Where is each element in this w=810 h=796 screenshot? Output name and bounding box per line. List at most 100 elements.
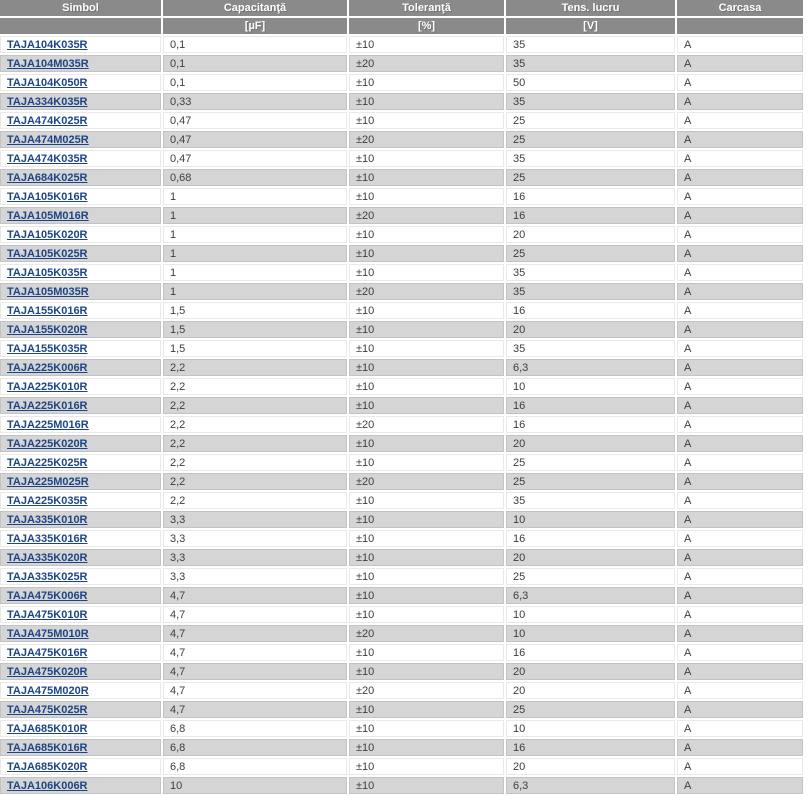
symbol-link[interactable]: TAJA225M025R bbox=[7, 476, 89, 488]
cell-case: A bbox=[677, 473, 803, 490]
symbol-link[interactable]: TAJA335K025R bbox=[7, 571, 88, 583]
symbol-link[interactable]: TAJA474M025R bbox=[7, 134, 89, 146]
cell-tolerance: ±10 bbox=[349, 587, 504, 604]
cell-voltage: 25 bbox=[506, 473, 675, 490]
symbol-link[interactable]: TAJA155K016R bbox=[7, 305, 88, 317]
symbol-link[interactable]: TAJA225K016R bbox=[7, 400, 88, 412]
symbol-link[interactable]: TAJA335K016R bbox=[7, 533, 88, 545]
table-row: TAJA104K050R 0,1 ±10 50 A bbox=[0, 74, 803, 91]
symbol-link[interactable]: TAJA334K035R bbox=[7, 96, 88, 108]
cell-tolerance: ±10 bbox=[349, 74, 504, 91]
symbol-link[interactable]: TAJA475K020R bbox=[7, 666, 88, 678]
symbol-link[interactable]: TAJA105K016R bbox=[7, 191, 88, 203]
symbol-link[interactable]: TAJA105M016R bbox=[7, 210, 89, 222]
cell-tolerance: ±10 bbox=[349, 549, 504, 566]
cell-voltage: 10 bbox=[506, 625, 675, 642]
column-header-capacitanta: Capacitanţă bbox=[163, 0, 347, 16]
cell-case: A bbox=[677, 112, 803, 129]
cell-tolerance: ±20 bbox=[349, 55, 504, 72]
table-row: TAJA684K025R 0,68 ±10 25 A bbox=[0, 169, 803, 186]
symbol-link[interactable]: TAJA475K010R bbox=[7, 609, 88, 621]
cell-capacitance: 1 bbox=[163, 188, 347, 205]
symbol-link[interactable]: TAJA155K020R bbox=[7, 324, 88, 336]
table-row: TAJA475K025R 4,7 ±10 25 A bbox=[0, 701, 803, 718]
cell-symbol: TAJA225K025R bbox=[0, 454, 161, 471]
cell-voltage: 10 bbox=[506, 720, 675, 737]
symbol-link[interactable]: TAJA104K050R bbox=[7, 77, 88, 89]
symbol-link[interactable]: TAJA475K006R bbox=[7, 590, 88, 602]
symbol-link[interactable]: TAJA475K016R bbox=[7, 647, 88, 659]
symbol-link[interactable]: TAJA225K025R bbox=[7, 457, 88, 469]
symbol-link[interactable]: TAJA105K035R bbox=[7, 267, 88, 279]
symbol-link[interactable]: TAJA225K010R bbox=[7, 381, 88, 393]
cell-tolerance: ±10 bbox=[349, 150, 504, 167]
symbol-link[interactable]: TAJA104M035R bbox=[7, 58, 89, 70]
capacitor-parts-table: Simbol Capacitanţă Toleranţă Tens. lucru… bbox=[0, 0, 805, 796]
symbol-link[interactable]: TAJA105M035R bbox=[7, 286, 89, 298]
cell-capacitance: 6,8 bbox=[163, 758, 347, 775]
cell-case: A bbox=[677, 264, 803, 281]
symbol-link[interactable]: TAJA225K020R bbox=[7, 438, 88, 450]
cell-voltage: 16 bbox=[506, 302, 675, 319]
cell-tolerance: ±10 bbox=[349, 606, 504, 623]
symbol-link[interactable]: TAJA105K025R bbox=[7, 248, 88, 260]
symbol-link[interactable]: TAJA104K035R bbox=[7, 39, 88, 51]
symbol-link[interactable]: TAJA335K010R bbox=[7, 514, 88, 526]
symbol-link[interactable]: TAJA475M020R bbox=[7, 685, 89, 697]
cell-case: A bbox=[677, 397, 803, 414]
cell-symbol: TAJA105K025R bbox=[0, 245, 161, 262]
symbol-link[interactable]: TAJA685K016R bbox=[7, 742, 88, 754]
symbol-link[interactable]: TAJA474K025R bbox=[7, 115, 88, 127]
cell-capacitance: 4,7 bbox=[163, 644, 347, 661]
cell-capacitance: 1 bbox=[163, 245, 347, 262]
cell-voltage: 16 bbox=[506, 397, 675, 414]
symbol-link[interactable]: TAJA105K020R bbox=[7, 229, 88, 241]
table-row: TAJA475K016R 4,7 ±10 16 A bbox=[0, 644, 803, 661]
cell-tolerance: ±10 bbox=[349, 511, 504, 528]
symbol-link[interactable]: TAJA684K025R bbox=[7, 172, 88, 184]
column-unit-simbol bbox=[0, 18, 161, 34]
table-row: TAJA155K016R 1,5 ±10 16 A bbox=[0, 302, 803, 319]
table-row: TAJA474M025R 0,47 ±20 25 A bbox=[0, 131, 803, 148]
symbol-link[interactable]: TAJA225K035R bbox=[7, 495, 88, 507]
cell-voltage: 16 bbox=[506, 416, 675, 433]
symbol-link[interactable]: TAJA225M016R bbox=[7, 419, 89, 431]
cell-voltage: 16 bbox=[506, 530, 675, 547]
cell-symbol: TAJA105M035R bbox=[0, 283, 161, 300]
symbol-link[interactable]: TAJA106K006R bbox=[7, 780, 88, 792]
symbol-link[interactable]: TAJA335K020R bbox=[7, 552, 88, 564]
cell-capacitance: 2,2 bbox=[163, 397, 347, 414]
cell-tolerance: ±10 bbox=[349, 321, 504, 338]
cell-voltage: 6,3 bbox=[506, 587, 675, 604]
cell-capacitance: 4,7 bbox=[163, 606, 347, 623]
cell-tolerance: ±10 bbox=[349, 93, 504, 110]
cell-case: A bbox=[677, 435, 803, 452]
cell-case: A bbox=[677, 340, 803, 357]
table-row: TAJA105M035R 1 ±20 35 A bbox=[0, 283, 803, 300]
cell-tolerance: ±10 bbox=[349, 112, 504, 129]
symbol-link[interactable]: TAJA474K035R bbox=[7, 153, 88, 165]
cell-capacitance: 0,47 bbox=[163, 112, 347, 129]
table-row: TAJA475M010R 4,7 ±20 10 A bbox=[0, 625, 803, 642]
cell-voltage: 35 bbox=[506, 283, 675, 300]
symbol-link[interactable]: TAJA685K010R bbox=[7, 723, 88, 735]
cell-symbol: TAJA684K025R bbox=[0, 169, 161, 186]
symbol-link[interactable]: TAJA685K020R bbox=[7, 761, 88, 773]
cell-case: A bbox=[677, 511, 803, 528]
cell-symbol: TAJA335K025R bbox=[0, 568, 161, 585]
cell-symbol: TAJA685K020R bbox=[0, 758, 161, 775]
cell-symbol: TAJA474M025R bbox=[0, 131, 161, 148]
cell-symbol: TAJA475M010R bbox=[0, 625, 161, 642]
symbol-link[interactable]: TAJA475K025R bbox=[7, 704, 88, 716]
table-row: TAJA334K035R 0,33 ±10 35 A bbox=[0, 93, 803, 110]
cell-symbol: TAJA335K016R bbox=[0, 530, 161, 547]
symbol-link[interactable]: TAJA155K035R bbox=[7, 343, 88, 355]
cell-capacitance: 0,47 bbox=[163, 131, 347, 148]
cell-tolerance: ±10 bbox=[349, 169, 504, 186]
cell-voltage: 50 bbox=[506, 74, 675, 91]
symbol-link[interactable]: TAJA475M010R bbox=[7, 628, 89, 640]
symbol-link[interactable]: TAJA225K006R bbox=[7, 362, 88, 374]
cell-voltage: 20 bbox=[506, 758, 675, 775]
table-row: TAJA685K010R 6,8 ±10 10 A bbox=[0, 720, 803, 737]
cell-tolerance: ±20 bbox=[349, 625, 504, 642]
